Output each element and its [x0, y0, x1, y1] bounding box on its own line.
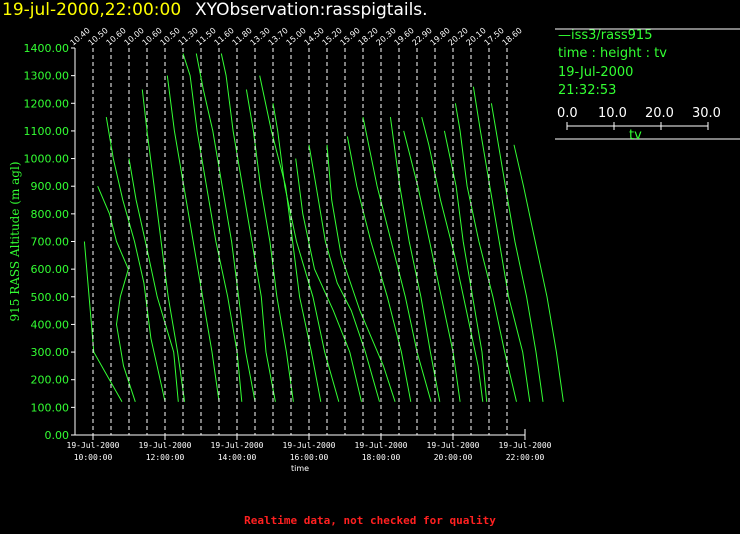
legend-scale-tick: 0.0 [557, 106, 578, 121]
x-tick-time: 18:00:00 [362, 453, 401, 462]
x-tick-date: 19-Jul-2000 [355, 441, 408, 450]
x-tick-date: 19-Jul-2000 [283, 441, 336, 450]
profile-trace [128, 158, 179, 402]
quality-notice: Realtime data, not checked for quality [244, 514, 496, 527]
legend-scale-tick: 10.0 [598, 106, 627, 121]
y-tick-label: 1200.00 [24, 97, 70, 110]
y-tick-label: 400.00 [31, 318, 70, 331]
x-tick-time: 14:00:00 [218, 453, 257, 462]
y-tick-label: 0.00 [45, 429, 70, 442]
x-tick-date: 19-Jul-2000 [499, 441, 552, 450]
x-tick-date: 19-Jul-2000 [211, 441, 264, 450]
y-tick-label: 1300.00 [24, 70, 70, 83]
y-tick-label: 200.00 [31, 374, 70, 387]
legend-scale-bar [555, 28, 740, 140]
y-tick-label: 500.00 [31, 291, 70, 304]
profile-trace [259, 75, 322, 402]
x-tick-time: 16:00:00 [290, 453, 329, 462]
legend-scale-label: tv [629, 128, 642, 143]
y-tick-label: 300.00 [31, 346, 70, 359]
y-tick-label: 1000.00 [24, 153, 70, 166]
x-tick-date: 19-Jul-2000 [427, 441, 480, 450]
profile-trace [346, 136, 412, 402]
profile-trace [195, 53, 256, 402]
legend-scale-tick: 30.0 [692, 106, 721, 121]
x-tick-date: 19-Jul-2000 [139, 441, 192, 450]
y-tick-label: 600.00 [31, 263, 70, 276]
y-tick-label: 700.00 [31, 236, 70, 249]
legend-panel: —iss3/rass915 time : height : tv 19-Jul-… [555, 28, 740, 143]
profile-trace [326, 144, 396, 402]
profile-trace [308, 144, 380, 402]
y-tick-label: 900.00 [31, 180, 70, 193]
y-tick-label: 100.00 [31, 401, 70, 414]
profile-value-label: 18.60 [501, 26, 524, 48]
y-tick-label: 1400.00 [24, 42, 70, 55]
y-axis-label: 915 RASS Altitude (m agl) [8, 161, 22, 321]
x-tick-time: 12:00:00 [146, 453, 185, 462]
y-tick-label: 1100.00 [24, 125, 70, 138]
profile-trace [182, 53, 243, 402]
x-tick-time: 10:00:00 [74, 453, 113, 462]
x-axis-label: time [291, 464, 309, 473]
x-tick-time: 20:00:00 [434, 453, 473, 462]
y-tick-label: 800.00 [31, 208, 70, 221]
profile-trace [83, 241, 123, 403]
profile-trace [245, 89, 294, 402]
profile-trace [362, 117, 432, 402]
profile-trace [141, 89, 186, 402]
x-tick-time: 22:00:00 [506, 453, 545, 462]
profile-trace [105, 117, 166, 402]
legend-scale-tick: 20.0 [645, 106, 674, 121]
profile-trace [421, 116, 484, 402]
profile-trace [490, 103, 544, 402]
x-tick-date: 19-Jul-2000 [67, 441, 120, 450]
